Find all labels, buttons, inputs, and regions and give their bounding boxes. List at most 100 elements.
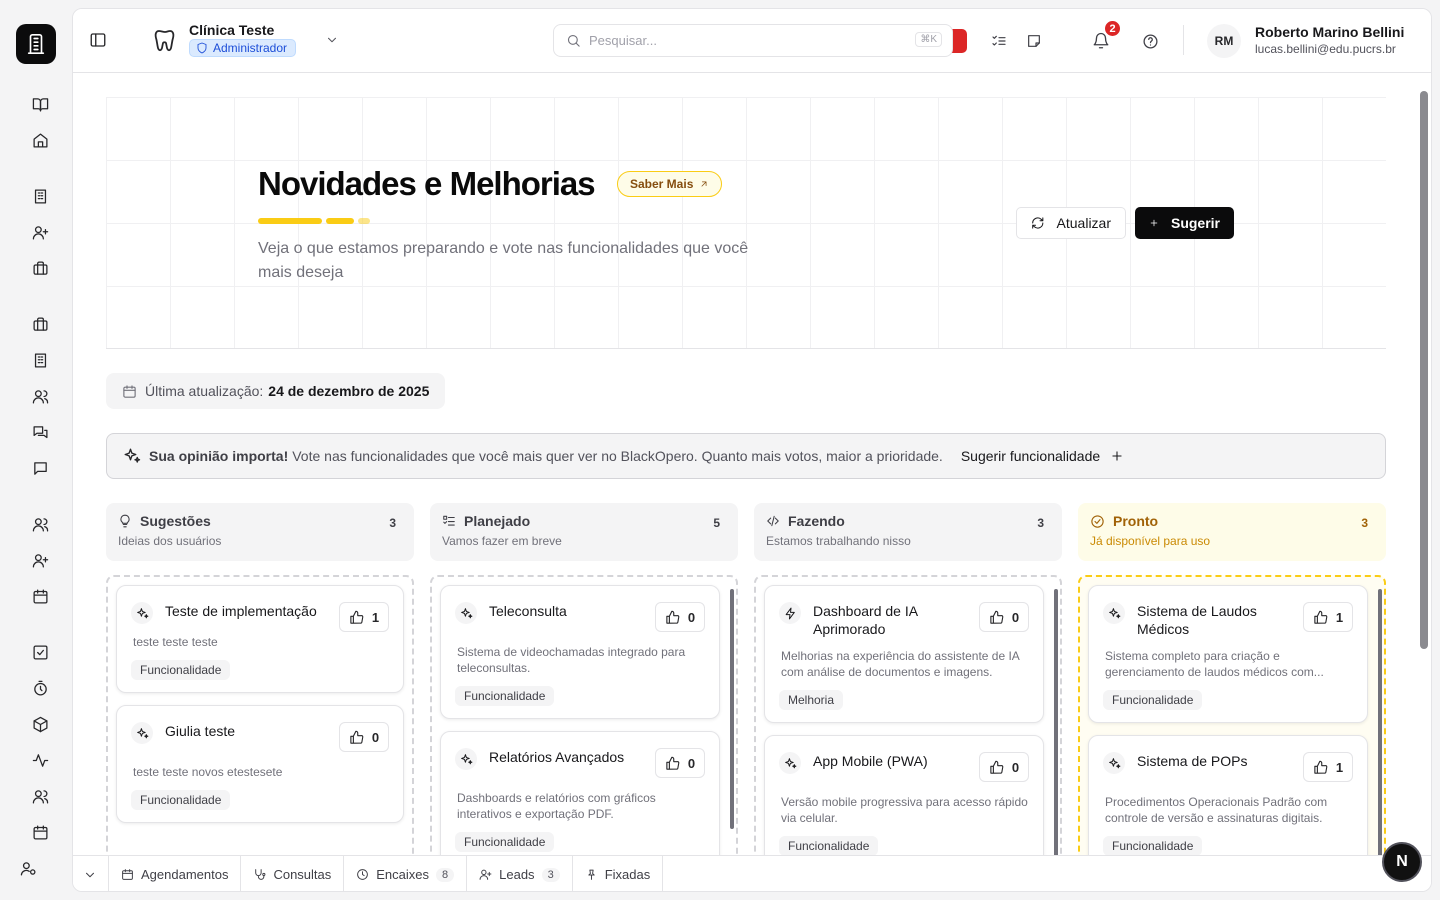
- tab-label: Agendamentos: [141, 867, 229, 882]
- home-icon[interactable]: [28, 128, 52, 152]
- floating-assistant-button[interactable]: N: [1382, 842, 1422, 882]
- column-subtitle: Vamos fazer em breve: [442, 534, 562, 548]
- tab-consultas[interactable]: Consultas: [241, 855, 345, 891]
- activity-icon[interactable]: [28, 748, 52, 772]
- building-icon[interactable]: [28, 348, 52, 372]
- content-area: Novidades e Melhorias Saber Mais Veja o …: [73, 73, 1431, 855]
- sparkles-icon: [131, 722, 153, 744]
- feature-card[interactable]: Teste de implementação teste teste teste…: [116, 585, 404, 693]
- vote-button[interactable]: 0: [339, 722, 389, 752]
- page-title: Novidades e Melhorias: [258, 165, 596, 202]
- message-square-icon[interactable]: [28, 456, 52, 480]
- tab-count: 8: [436, 867, 455, 882]
- sparkles-icon: [124, 448, 141, 463]
- briefcase-icon[interactable]: [28, 312, 52, 336]
- chevron-down-icon[interactable]: [325, 33, 339, 47]
- thumbs-up-icon: [350, 730, 364, 744]
- feature-card[interactable]: App Mobile (PWA) Versão mobile progressi…: [764, 735, 1044, 855]
- card-description: Sistema completo para criação e gerencia…: [1105, 649, 1324, 679]
- column-title: Sugestões: [140, 513, 211, 529]
- vote-button[interactable]: 1: [1303, 602, 1353, 632]
- feature-card[interactable]: Giulia teste teste teste novos etesteset…: [116, 705, 404, 823]
- sticky-note-icon[interactable]: [1026, 33, 1042, 49]
- list-checks-icon[interactable]: [991, 33, 1007, 49]
- card-title: App Mobile (PWA): [813, 753, 928, 769]
- role-badge: Administrador: [189, 39, 297, 57]
- vote-button[interactable]: 1: [339, 602, 389, 632]
- column-scrollbar[interactable]: [730, 589, 734, 829]
- last-update-date: 24 de dezembro de 2025: [268, 383, 430, 399]
- column-header: Pronto Já disponível para uso 3: [1078, 503, 1386, 561]
- card-tag: Funcionalidade: [131, 790, 231, 810]
- pin-icon: [587, 869, 595, 880]
- thumbs-up-icon: [666, 756, 680, 770]
- check-square-icon[interactable]: [28, 640, 52, 664]
- card-description: teste teste novos etestesete: [133, 765, 283, 779]
- vote-button[interactable]: 0: [655, 602, 705, 632]
- search-input[interactable]: Pesquisar...: [589, 33, 657, 48]
- feature-card[interactable]: Sistema de POPs Procedimentos Operaciona…: [1088, 735, 1368, 855]
- tab-label: Fixadas: [604, 867, 651, 882]
- tab-leads[interactable]: Leads 3: [467, 855, 573, 891]
- user-settings-icon[interactable]: [16, 856, 40, 880]
- column-scrollbar[interactable]: [1378, 589, 1382, 855]
- column-scrollbar[interactable]: [1054, 589, 1058, 855]
- calendar-icon[interactable]: [28, 820, 52, 844]
- avatar[interactable]: RM: [1207, 24, 1241, 58]
- card-description: Procedimentos Operacionais Padrão com co…: [1105, 795, 1328, 825]
- vote-button[interactable]: 0: [979, 602, 1029, 632]
- check-circle-icon: [1091, 514, 1104, 528]
- feature-card[interactable]: Relatórios Avançados Dashboards e relató…: [440, 731, 720, 855]
- collapse-bar-button[interactable]: [73, 855, 109, 891]
- card-description: Melhorias na experiência do assistente d…: [781, 649, 1020, 679]
- users-icon[interactable]: [28, 384, 52, 408]
- vote-button[interactable]: 0: [655, 748, 705, 778]
- feature-card[interactable]: Teleconsulta Sistema de videochamadas in…: [440, 585, 720, 719]
- refresh-button[interactable]: Atualizar: [1016, 207, 1126, 239]
- learn-more-link[interactable]: Saber Mais: [617, 171, 723, 197]
- users-icon[interactable]: [28, 784, 52, 808]
- package-icon[interactable]: [28, 712, 52, 736]
- arrow-up-right-icon: [701, 181, 707, 187]
- user-plus-icon[interactable]: [28, 548, 52, 572]
- tooth-icon: [153, 27, 177, 55]
- last-update: Última atualização: 24 de dezembro de 20…: [106, 373, 446, 409]
- sparkles-icon: [455, 602, 477, 624]
- help-circle-icon[interactable]: [1142, 33, 1159, 50]
- suggest-button[interactable]: Sugerir: [1135, 207, 1234, 239]
- column-title: Pronto: [1113, 513, 1159, 529]
- card-title: Giulia teste: [165, 723, 236, 739]
- page-scrollbar[interactable]: [1420, 91, 1428, 649]
- users-icon[interactable]: [28, 512, 52, 536]
- last-update-label: Última atualização:: [145, 383, 264, 399]
- column-count: 3: [1037, 516, 1044, 530]
- thumbs-up-icon: [1314, 760, 1328, 774]
- book-open-icon[interactable]: [28, 92, 52, 116]
- shield-icon: [197, 42, 207, 54]
- left-rail: [0, 0, 72, 900]
- tab-encaixes[interactable]: Encaixes 8: [344, 855, 468, 891]
- card-title: Teleconsulta: [489, 603, 567, 619]
- suggest-feature-link[interactable]: Sugerir funcionalidade: [961, 448, 1124, 464]
- info-banner: Sua opinião importa! Vote nas funcionali…: [106, 433, 1386, 479]
- app-logo[interactable]: [16, 24, 56, 64]
- tab-agendamentos[interactable]: Agendamentos: [109, 855, 242, 891]
- messages-icon[interactable]: [28, 420, 52, 444]
- search-box[interactable]: Pesquisar... ⌘K: [553, 24, 953, 57]
- thumbs-up-icon: [1314, 610, 1328, 624]
- column-planejado: Planejado Vamos fazer em breve 5 Telecon…: [430, 503, 738, 855]
- vote-button[interactable]: 0: [979, 752, 1029, 782]
- tab-fixadas[interactable]: Fixadas: [573, 855, 664, 891]
- building-icon[interactable]: [28, 184, 52, 208]
- search-shortcut: ⌘K: [915, 32, 942, 47]
- timer-icon[interactable]: [28, 676, 52, 700]
- card-tag: Funcionalidade: [779, 836, 879, 855]
- feature-card[interactable]: Sistema de Laudos Médicos Sistema comple…: [1088, 585, 1368, 723]
- feature-card[interactable]: Dashboard de IA Aprimorado Melhorias na …: [764, 585, 1044, 723]
- vote-button[interactable]: 1: [1303, 752, 1353, 782]
- sidebar-toggle-icon[interactable]: [89, 31, 107, 49]
- briefcase-icon[interactable]: [28, 256, 52, 280]
- user-plus-icon[interactable]: [28, 220, 52, 244]
- tab-label: Encaixes: [376, 867, 430, 882]
- calendar-icon[interactable]: [28, 584, 52, 608]
